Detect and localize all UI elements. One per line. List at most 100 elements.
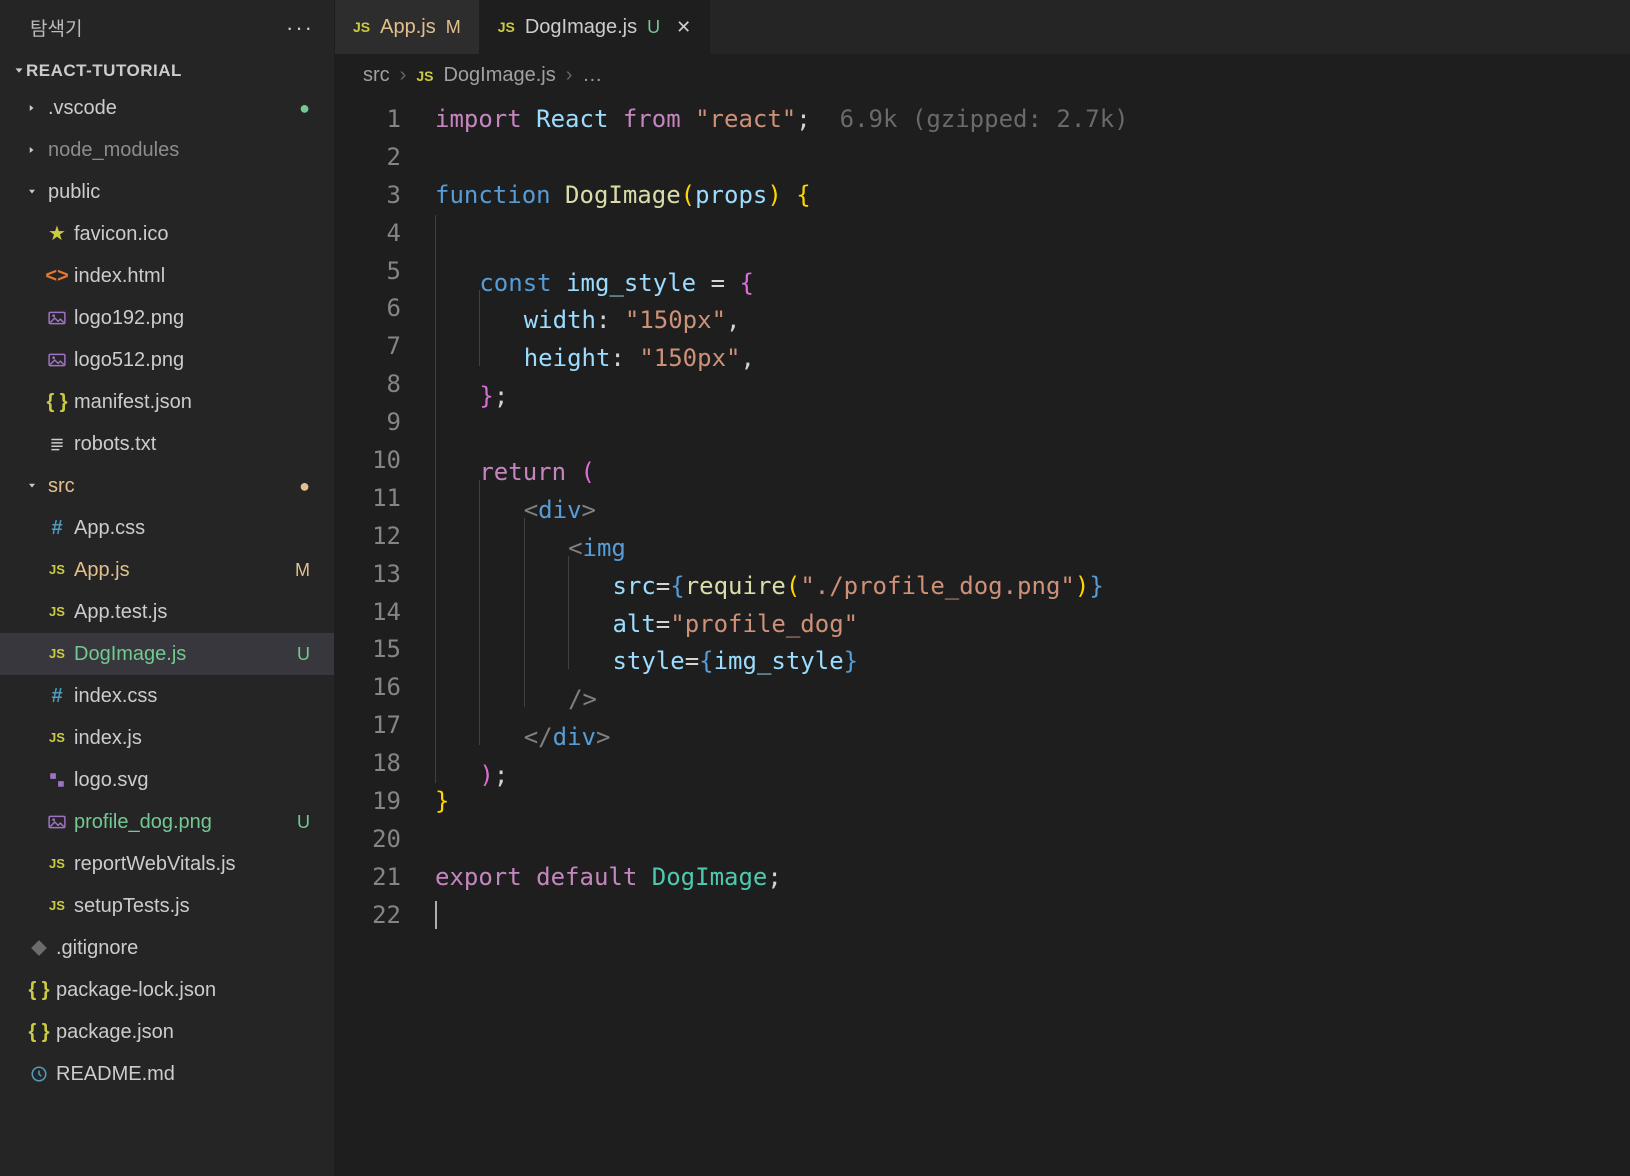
html-icon: <> — [44, 259, 70, 293]
json-icon: { } — [26, 973, 52, 1007]
file-item[interactable]: JSreportWebVitals.js — [0, 843, 334, 885]
js-icon: JS — [44, 559, 70, 581]
item-label: package.json — [56, 1015, 324, 1049]
css-icon: # — [44, 511, 70, 545]
code-content[interactable]: import React from "react"; 6.9k (gzipped… — [435, 97, 1630, 1176]
line-number: 18 — [335, 745, 401, 783]
chevron-right-icon: › — [400, 64, 407, 87]
file-item[interactable]: #index.css — [0, 675, 334, 717]
line-number: 13 — [335, 556, 401, 594]
file-item[interactable]: { }package.json — [0, 1011, 334, 1053]
code-line[interactable] — [435, 139, 1630, 177]
code-line[interactable]: } — [435, 783, 1630, 821]
code-line[interactable]: export default DogImage; — [435, 859, 1630, 897]
code-line[interactable]: </div> — [435, 707, 1630, 745]
item-label: logo.svg — [74, 763, 324, 797]
git-status-badge: M — [295, 555, 310, 586]
code-line[interactable]: style={img_style} — [435, 631, 1630, 669]
star-icon: ★ — [44, 217, 70, 251]
code-line[interactable]: ); — [435, 745, 1630, 783]
folder-item[interactable]: .vscode● — [0, 87, 334, 129]
file-item[interactable]: { }manifest.json — [0, 381, 334, 423]
item-label: DogImage.js — [74, 637, 297, 671]
editor-tab[interactable]: JSApp.jsM — [335, 0, 480, 54]
item-label: .vscode — [48, 91, 299, 125]
line-number: 8 — [335, 366, 401, 404]
item-label: manifest.json — [74, 385, 324, 419]
code-line[interactable]: return ( — [435, 442, 1630, 480]
code-editor[interactable]: 12345678910111213141516171819202122 impo… — [335, 97, 1630, 1176]
breadcrumb[interactable]: src › JS DogImage.js › … — [335, 54, 1630, 97]
file-item[interactable]: { }package-lock.json — [0, 969, 334, 1011]
line-gutter: 12345678910111213141516171819202122 — [335, 97, 435, 1176]
explorer-title: 탐색기 — [30, 14, 82, 41]
line-number: 19 — [335, 783, 401, 821]
chevron-right-icon — [26, 144, 48, 156]
file-item[interactable]: JSApp.test.js — [0, 591, 334, 633]
file-item[interactable]: JSindex.js — [0, 717, 334, 759]
code-line[interactable]: <div> — [435, 480, 1630, 518]
item-label: favicon.ico — [74, 217, 324, 251]
close-icon[interactable]: ✕ — [676, 17, 691, 38]
line-number: 6 — [335, 290, 401, 328]
file-item[interactable]: logo512.png — [0, 339, 334, 381]
code-line[interactable]: height: "150px", — [435, 328, 1630, 366]
code-line[interactable]: function DogImage(props) { — [435, 177, 1630, 215]
file-item[interactable]: #App.css — [0, 507, 334, 549]
code-line[interactable]: <img — [435, 518, 1630, 556]
line-number: 1 — [335, 101, 401, 139]
item-label: index.js — [74, 721, 324, 755]
js-icon: JS — [44, 601, 70, 623]
line-number: 16 — [335, 669, 401, 707]
file-item[interactable]: <>index.html — [0, 255, 334, 297]
item-label: App.css — [74, 511, 324, 545]
file-item[interactable]: JSDogImage.jsU — [0, 633, 334, 675]
file-item[interactable]: logo192.png — [0, 297, 334, 339]
code-line[interactable]: src={require("./profile_dog.png")} — [435, 556, 1630, 594]
project-root[interactable]: REACT-TUTORIAL — [0, 55, 334, 87]
code-line[interactable] — [435, 404, 1630, 442]
js-file-icon: JS — [498, 19, 515, 35]
explorer-more-icon[interactable]: ··· — [286, 15, 314, 41]
line-number: 11 — [335, 480, 401, 518]
editor-tab[interactable]: JSDogImage.jsU✕ — [480, 0, 711, 54]
json-icon: { } — [26, 1015, 52, 1049]
folder-item[interactable]: src● — [0, 465, 334, 507]
line-number: 17 — [335, 707, 401, 745]
line-number: 5 — [335, 253, 401, 291]
folder-item[interactable]: public — [0, 171, 334, 213]
file-item[interactable]: ★favicon.ico — [0, 213, 334, 255]
line-number: 3 — [335, 177, 401, 215]
item-label: package-lock.json — [56, 973, 324, 1007]
file-item[interactable]: robots.txt — [0, 423, 334, 465]
file-item[interactable]: .gitignore — [0, 927, 334, 969]
git-status-dot: ● — [299, 93, 310, 124]
code-line[interactable]: import React from "react"; 6.9k (gzipped… — [435, 101, 1630, 139]
css-icon: # — [44, 679, 70, 713]
folder-item[interactable]: node_modules — [0, 129, 334, 171]
line-number: 22 — [335, 897, 401, 935]
item-label: reportWebVitals.js — [74, 847, 324, 881]
item-label: logo192.png — [74, 301, 324, 335]
line-number: 21 — [335, 859, 401, 897]
item-label: .gitignore — [56, 931, 324, 965]
file-item[interactable]: JSsetupTests.js — [0, 885, 334, 927]
editor-pane: JSApp.jsMJSDogImage.jsU✕ src › JS DogIma… — [335, 0, 1630, 1176]
code-line[interactable]: const img_style = { — [435, 253, 1630, 291]
item-label: index.html — [74, 259, 324, 293]
js-icon: JS — [44, 643, 70, 665]
item-label: logo512.png — [74, 343, 324, 377]
item-label: App.js — [74, 553, 295, 587]
img-icon — [44, 813, 70, 831]
file-item[interactable]: profile_dog.pngU — [0, 801, 334, 843]
line-number: 2 — [335, 139, 401, 177]
code-line[interactable] — [435, 215, 1630, 253]
code-line[interactable] — [435, 897, 1630, 935]
chevron-right-icon: › — [566, 64, 573, 87]
code-line[interactable]: width: "150px", — [435, 290, 1630, 328]
code-line[interactable] — [435, 821, 1630, 859]
file-item[interactable]: logo.svg — [0, 759, 334, 801]
item-label: index.css — [74, 679, 324, 713]
file-item[interactable]: README.md — [0, 1053, 334, 1095]
file-item[interactable]: JSApp.jsM — [0, 549, 334, 591]
